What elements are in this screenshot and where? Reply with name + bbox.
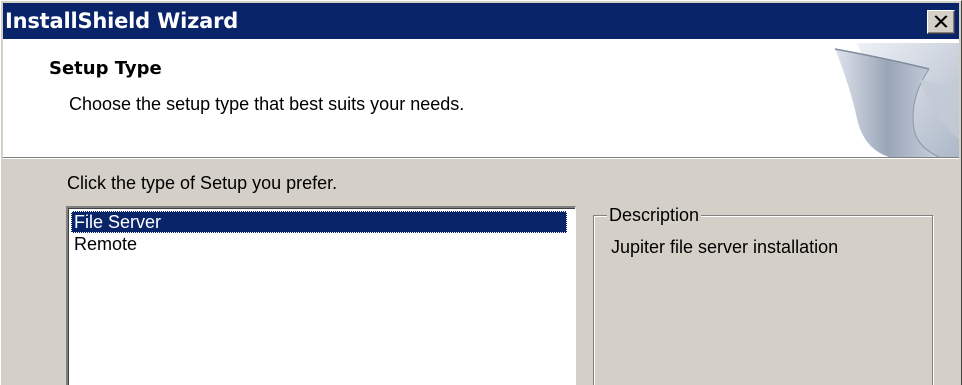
list-item-remote[interactable]: Remote — [71, 233, 137, 255]
setup-prompt: Click the type of Setup you prefer. — [67, 173, 338, 193]
close-button[interactable] — [927, 10, 955, 34]
title-bar[interactable]: InstallShield Wizard — [3, 3, 959, 39]
description-text: Jupiter file server installation — [611, 237, 839, 257]
header-subtitle: Choose the setup type that best suits yo… — [69, 94, 465, 114]
close-x-icon — [934, 15, 948, 28]
installshield-window: InstallShield Wizard Setup Type Choose t… — [0, 0, 962, 385]
page-curl-graphic — [834, 43, 959, 157]
wizard-header: Setup Type Choose the setup type that be… — [3, 39, 959, 157]
description-label: Description — [607, 204, 702, 226]
window-title: InstallShield Wizard — [5, 9, 239, 33]
header-title: Setup Type — [49, 58, 162, 79]
header-divider-highlight — [3, 158, 959, 159]
setup-type-listbox[interactable]: File Server Remote — [66, 206, 576, 385]
list-item-file-server[interactable]: File Server — [71, 211, 567, 233]
